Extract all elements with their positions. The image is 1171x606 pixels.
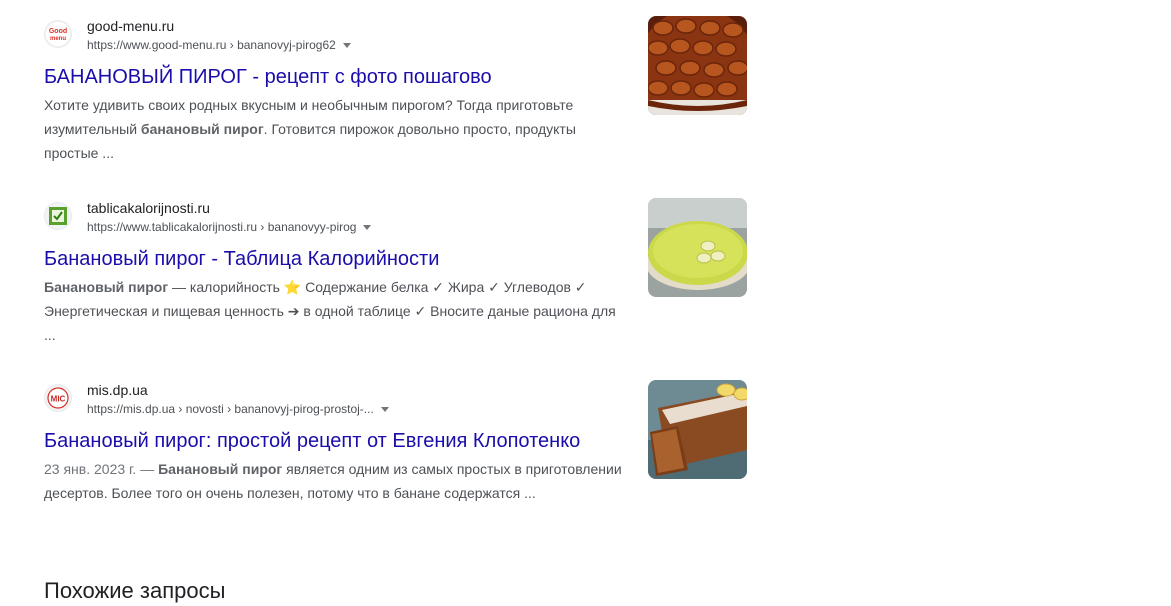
svg-text:Good: Good [49,28,67,35]
good-menu-logo-icon: Good menu [44,20,72,48]
chevron-down-icon[interactable] [363,224,372,230]
search-result: MIC mis.dp.ua https://mis.dp.ua › novost… [44,380,749,505]
site-url: https://mis.dp.ua › novosti › bananovyj-… [87,400,389,418]
site-name: mis.dp.ua [87,382,148,398]
chevron-down-icon[interactable] [342,42,351,48]
result-source[interactable]: tablicakalorijnosti.ru https://www.tabli… [44,198,749,242]
site-url: https://www.good-menu.ru › bananovyj-pir… [87,36,351,54]
green-checkbox-icon [44,202,72,230]
svg-text:menu: menu [50,36,66,42]
result-snippet: Банановый пирог — калорийность ⭐ Содержа… [44,279,616,343]
caramelized-banana-tart-image[interactable] [648,16,747,115]
result-title-link[interactable]: Банановый пирог - Таблица Калорийности [44,246,749,272]
green-banana-cheesecake-image[interactable] [648,198,747,297]
chevron-down-icon[interactable] [380,406,389,412]
search-result: Good menu good-menu.ru https://www.good-… [44,16,749,165]
result-snippet: 23 янв. 2023 г. — Банановый пирог являет… [44,461,622,501]
result-title-link[interactable]: БАНАНОВЫЙ ПИРОГ - рецепт с фото пошагово [44,64,749,90]
result-source[interactable]: MIC mis.dp.ua https://mis.dp.ua › novost… [44,380,749,424]
svg-text:MIC: MIC [51,395,66,404]
result-snippet: Хотите удивить своих родных вкусным и не… [44,97,576,161]
site-url: https://www.tablicakalorijnosti.ru › ban… [87,218,372,236]
banana-bread-loaf-image[interactable] [648,380,747,479]
related-searches-heading: Похожие запросы [44,578,226,603]
result-title-link[interactable]: Банановый пирог: простой рецепт от Евген… [44,428,749,454]
result-source[interactable]: Good menu good-menu.ru https://www.good-… [44,16,749,60]
site-name: tablicakalorijnosti.ru [87,200,210,216]
mis-logo-icon: MIC [44,384,72,412]
site-name: good-menu.ru [87,18,175,34]
search-result: tablicakalorijnosti.ru https://www.tabli… [44,198,749,347]
